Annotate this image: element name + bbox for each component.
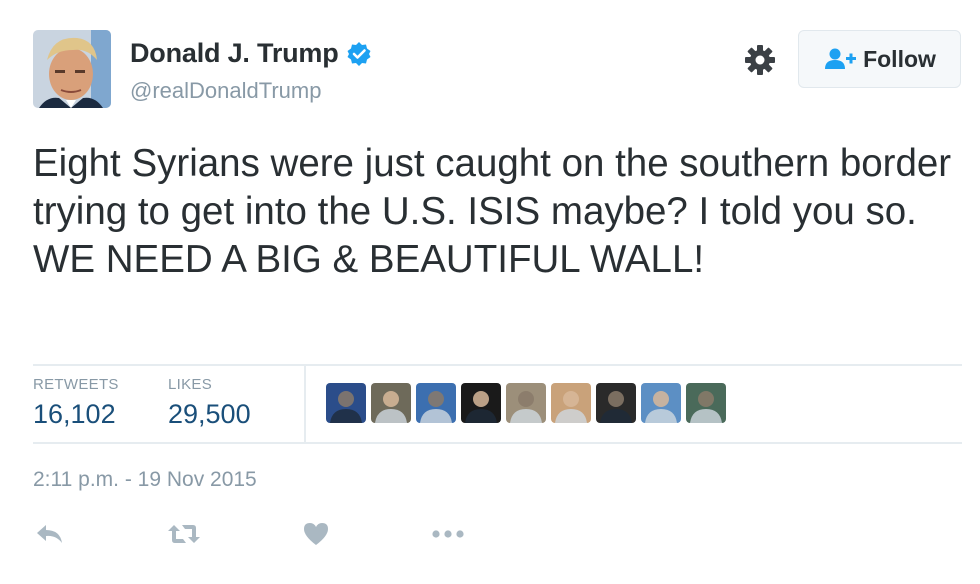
liker-avatar-image	[326, 383, 366, 423]
verified-badge-icon	[347, 41, 371, 66]
liker-avatar[interactable]	[461, 383, 501, 423]
stats-divider	[304, 366, 306, 442]
liker-avatar[interactable]	[551, 383, 591, 423]
retweet-button[interactable]	[164, 517, 204, 551]
likes-count: 29,500	[168, 399, 251, 429]
follow-label: Follow	[863, 45, 936, 72]
reply-icon	[37, 525, 62, 543]
user-handle[interactable]: @realDonaldTrump	[130, 78, 321, 104]
liker-avatar-image	[506, 383, 546, 423]
tweet-text: Eight Syrians were just caught on the so…	[33, 142, 952, 281]
retweets-stat[interactable]: RETWEETS 16,102	[33, 376, 119, 430]
add-user-icon	[825, 48, 857, 69]
liker-avatar-image	[641, 383, 681, 423]
divider-top	[33, 364, 962, 366]
heart-icon	[304, 523, 328, 545]
user-avatar[interactable]	[33, 30, 111, 108]
more-icon	[432, 530, 464, 538]
liker-avatar[interactable]	[416, 383, 456, 423]
tweet-timestamp[interactable]: 2:11 p.m. - 19 Nov 2015	[33, 468, 257, 492]
retweets-label: RETWEETS	[33, 376, 119, 393]
avatar-image	[33, 30, 111, 108]
liker-avatar[interactable]	[596, 383, 636, 423]
liker-avatar[interactable]	[371, 383, 411, 423]
more-button[interactable]	[428, 517, 468, 551]
liker-avatar[interactable]	[641, 383, 681, 423]
likes-stat[interactable]: LIKES 29,500	[168, 376, 251, 430]
liker-avatar-image	[596, 383, 636, 423]
user-name[interactable]: Donald J. Trump	[130, 38, 339, 69]
liked-by-avatars	[326, 383, 731, 423]
follow-button[interactable]: Follow	[798, 30, 961, 88]
liker-avatar[interactable]	[506, 383, 546, 423]
liker-avatar-image	[686, 383, 726, 423]
liker-avatar[interactable]	[326, 383, 366, 423]
retweet-icon	[168, 525, 200, 543]
liker-avatar[interactable]	[686, 383, 726, 423]
divider-bottom	[33, 442, 962, 444]
user-name-row: Donald J. Trump	[130, 38, 372, 69]
liker-avatar-image	[416, 383, 456, 423]
liker-avatar-image	[371, 383, 411, 423]
reply-button[interactable]	[29, 517, 69, 551]
likes-label: LIKES	[168, 376, 213, 393]
liker-avatar-image	[461, 383, 501, 423]
gear-icon[interactable]	[742, 42, 778, 78]
retweets-count: 16,102	[33, 399, 116, 429]
liker-avatar-image	[551, 383, 591, 423]
like-button[interactable]	[296, 517, 336, 551]
